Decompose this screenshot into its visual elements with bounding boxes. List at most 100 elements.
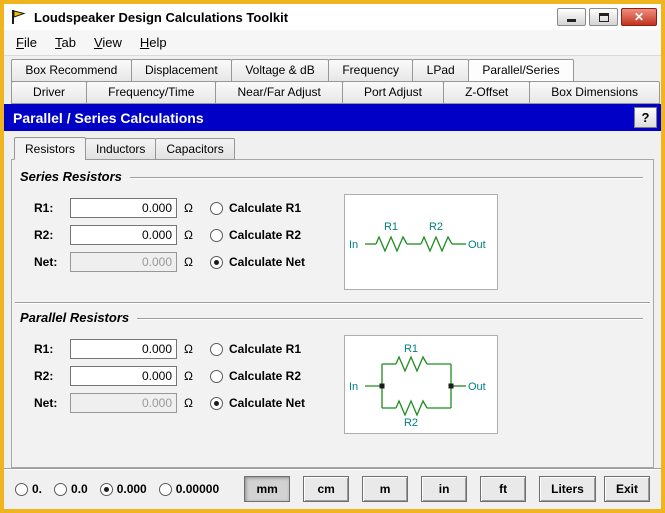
menu-file[interactable]: File [7,31,46,54]
tab-parallel-series[interactable]: Parallel/Series [468,59,574,82]
app-flag-icon [10,9,28,25]
minimize-button[interactable] [557,8,586,26]
maximize-icon [599,13,609,22]
tab-box-dimensions[interactable]: Box Dimensions [529,81,660,104]
window-controls: ✕ [557,8,657,26]
close-icon: ✕ [634,11,644,23]
parallel-r2-input[interactable] [70,366,177,386]
exit-button[interactable]: Exit [604,476,650,502]
parallel-calc-r1-radio-label[interactable]: Calculate R1 [229,342,301,356]
subtab-capacitors[interactable]: Capacitors [155,138,234,160]
series-diagram-r2-label: R2 [429,221,443,233]
series-r1-input[interactable] [70,198,177,218]
series-r2-label: R2: [34,228,70,242]
parallel-section-title: Parallel Resistors [20,310,129,325]
parallel-circuit-diagram: In R1 R2 Out [344,335,498,434]
tab-near-far-adjust[interactable]: Near/Far Adjust [215,81,342,104]
series-r2-row: R2: Ω Calculate R2 [34,225,344,245]
tab-frequency-time[interactable]: Frequency/Time [86,81,216,104]
parallel-net-row: Net: Ω Calculate Net [34,393,344,413]
help-button[interactable]: ? [634,107,657,128]
unit-m-button[interactable]: m [362,476,408,502]
precision-1-radio[interactable] [54,483,67,496]
series-r2-input[interactable] [70,225,177,245]
parallel-r1-label: R1: [34,342,70,356]
series-calc-net-radio-label[interactable]: Calculate Net [229,255,305,269]
series-calc-r1-radio[interactable] [210,202,223,215]
tab-row-1: Box Recommend Displacement Voltage & dB … [11,59,573,82]
precision-2-radio[interactable] [100,483,113,496]
precision-2-label[interactable]: 0.000 [117,482,147,496]
precision-0-radio[interactable] [15,483,28,496]
menubar: File Tab View Help [4,30,661,56]
series-circuit-diagram: In R1 R2 Out [344,194,498,290]
tab-z-offset[interactable]: Z-Offset [443,81,530,104]
page-header: Parallel / Series Calculations ? [4,104,661,131]
series-diagram-in-label: In [349,239,358,251]
parallel-diagram-in-label: In [349,381,358,393]
series-calc-net-radio[interactable] [210,256,223,269]
menu-view[interactable]: View [85,31,131,54]
parallel-calc-r1-radio[interactable] [210,343,223,356]
series-diagram-r1-label: R1 [384,221,398,233]
unit-cm-button[interactable]: cm [303,476,349,502]
series-calc-r2-radio[interactable] [210,229,223,242]
sub-tabs: Resistors Inductors Capacitors [4,131,661,160]
precision-3-label[interactable]: 0.00000 [176,482,219,496]
parallel-calc-net-radio-label[interactable]: Calculate Net [229,396,305,410]
parallel-r1-unit: Ω [184,342,193,356]
bottom-toolbar: 0. 0.0 0.000 0.00000 mm cm m in ft Liter… [4,468,661,509]
series-r1-row: R1: Ω Calculate R1 [34,198,344,218]
parallel-section: R1: Ω Calculate R1 R2: Ω Calculate R2 Ne… [12,325,653,438]
series-calc-r2-radio-label[interactable]: Calculate R2 [229,228,301,242]
subtab-resistors[interactable]: Resistors [14,137,86,160]
parallel-diagram-out-label: Out [468,381,486,393]
unit-ft-button[interactable]: ft [480,476,526,502]
maximize-button[interactable] [589,8,618,26]
precision-3-radio[interactable] [159,483,172,496]
parallel-r2-unit: Ω [184,369,193,383]
app-window: Loudspeaker Design Calculations Toolkit … [0,0,665,513]
tab-port-adjust[interactable]: Port Adjust [342,81,444,104]
parallel-r2-label: R2: [34,369,70,383]
series-section-title: Series Resistors [20,169,122,184]
series-title-rule [130,177,643,179]
parallel-net-input[interactable] [70,393,177,413]
parallel-section-header: Parallel Resistors [20,310,643,325]
tab-box-recommend[interactable]: Box Recommend [11,59,132,82]
parallel-calc-net-radio[interactable] [210,397,223,410]
series-r1-label: R1: [34,201,70,215]
parallel-calc-r2-radio[interactable] [210,370,223,383]
parallel-net-unit: Ω [184,396,193,410]
precision-1-label[interactable]: 0.0 [71,482,88,496]
tab-displacement[interactable]: Displacement [131,59,232,82]
close-button[interactable]: ✕ [621,8,657,26]
subtab-inductors[interactable]: Inductors [85,138,156,160]
menu-tab[interactable]: Tab [46,31,85,54]
tab-frequency[interactable]: Frequency [328,59,413,82]
parallel-r1-row: R1: Ω Calculate R1 [34,339,344,359]
tab-lpad[interactable]: LPad [412,59,469,82]
parallel-calc-r2-radio-label[interactable]: Calculate R2 [229,369,301,383]
unit-in-button[interactable]: in [421,476,467,502]
series-calc-r1-radio-label[interactable]: Calculate R1 [229,201,301,215]
tab-driver[interactable]: Driver [11,81,87,104]
unit-liters-button[interactable]: Liters [539,476,596,502]
precision-0-label[interactable]: 0. [32,482,42,496]
series-net-input[interactable] [70,252,177,272]
menu-help[interactable]: Help [131,31,176,54]
precision-option-2: 0.000 [100,482,147,496]
series-net-unit: Ω [184,255,193,269]
parallel-r1-input[interactable] [70,339,177,359]
parallel-r2-row: R2: Ω Calculate R2 [34,366,344,386]
precision-option-1: 0.0 [54,482,88,496]
page-title: Parallel / Series Calculations [13,110,634,126]
parallel-diagram-r1-label: R1 [404,343,418,355]
tab-voltage-db[interactable]: Voltage & dB [231,59,329,82]
tab-row-2: Driver Frequency/Time Near/Far Adjust Po… [11,81,659,104]
parallel-net-label: Net: [34,396,70,410]
unit-mm-button[interactable]: mm [244,476,290,502]
help-icon: ? [642,110,650,125]
series-net-row: Net: Ω Calculate Net [34,252,344,272]
precision-option-0: 0. [15,482,42,496]
